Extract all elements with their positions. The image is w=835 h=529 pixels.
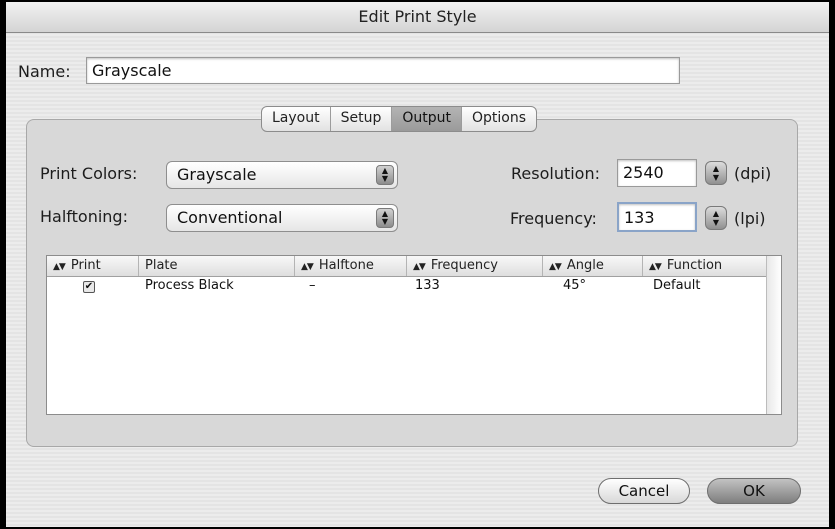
cancel-button[interactable]: Cancel (598, 478, 690, 504)
cell-frequency: 133 (415, 278, 440, 293)
frequency-stepper[interactable]: ▲ ▼ (705, 206, 727, 230)
column-header-halftone-label: Halftone (318, 258, 374, 273)
column-header-frequency[interactable]: ▲▼ Frequency (407, 256, 543, 276)
frequency-unit: (lpi) (734, 209, 766, 228)
column-header-function-label: Function (666, 258, 723, 273)
cell-print: ✔ (47, 277, 139, 295)
column-header-frequency-label: Frequency (430, 258, 499, 273)
print-colors-label: Print Colors: (40, 164, 138, 183)
frequency-value: 133 (624, 208, 655, 227)
sort-arrows-icon: ▲▼ (413, 262, 426, 272)
resolution-input[interactable]: 2540 (617, 159, 697, 187)
frequency-label: Frequency: (510, 209, 597, 228)
sort-arrows-icon: ▲▼ (53, 262, 66, 272)
ok-button[interactable]: OK (707, 478, 801, 504)
sort-arrows-icon: ▲▼ (649, 262, 662, 272)
cell-plate: Process Black (145, 278, 234, 293)
edit-print-style-dialog: Edit Print Style Name: Grayscale Layout … (6, 2, 829, 527)
halftoning-label: Halftoning: (40, 207, 128, 226)
table-row[interactable]: ✔ Process Black – 133 45° Default (47, 277, 767, 295)
resolution-stepper[interactable]: ▲ ▼ (705, 161, 727, 185)
print-colors-value: Grayscale (177, 165, 257, 184)
halftoning-popup[interactable]: Conventional ▲ ▼ (166, 204, 398, 232)
tab-layout[interactable]: Layout (262, 107, 331, 131)
print-checkbox[interactable]: ✔ (83, 281, 95, 293)
sort-arrows-icon: ▲▼ (549, 262, 562, 272)
resolution-value: 2540 (623, 163, 664, 182)
name-input[interactable]: Grayscale (86, 57, 680, 84)
window-title: Edit Print Style (6, 2, 829, 33)
tab-setup[interactable]: Setup (331, 107, 393, 131)
updown-arrows-icon: ▲ ▼ (376, 208, 394, 228)
cell-halftone: – (309, 278, 316, 293)
cell-angle: 45° (563, 278, 587, 293)
resolution-unit: (dpi) (734, 164, 772, 183)
column-header-print[interactable]: ▲▼ Print (47, 256, 139, 276)
print-colors-popup[interactable]: Grayscale ▲ ▼ (166, 161, 398, 189)
resolution-label: Resolution: (511, 164, 600, 183)
name-label: Name: (18, 62, 71, 81)
frequency-input[interactable]: 133 (617, 202, 697, 232)
column-header-angle[interactable]: ▲▼ Angle (543, 256, 643, 276)
tab-output[interactable]: Output (392, 107, 462, 131)
column-header-halftone[interactable]: ▲▼ Halftone (295, 256, 407, 276)
column-header-plate[interactable]: Plate (139, 256, 295, 276)
column-header-function[interactable]: ▲▼ Function (643, 256, 767, 276)
column-header-angle-label: Angle (566, 258, 604, 273)
tab-options[interactable]: Options (462, 107, 536, 131)
sort-arrows-icon: ▲▼ (301, 262, 314, 272)
table-header: ▲▼ Print Plate ▲▼ Halftone ▲▼ Frequency ▲▼ A… (47, 256, 767, 277)
tab-bar: Layout Setup Output Options (261, 106, 538, 132)
halftoning-value: Conventional (177, 208, 283, 227)
column-header-plate-label: Plate (145, 258, 178, 273)
separations-table: ▲▼ Print Plate ▲▼ Halftone ▲▼ Frequency ▲▼ A… (46, 255, 782, 415)
column-header-print-label: Print (70, 258, 101, 273)
updown-arrows-icon: ▲ ▼ (376, 165, 394, 185)
cell-function: Default (653, 278, 701, 293)
table-scrollbar[interactable] (766, 256, 781, 414)
name-input-value: Grayscale (92, 61, 172, 80)
